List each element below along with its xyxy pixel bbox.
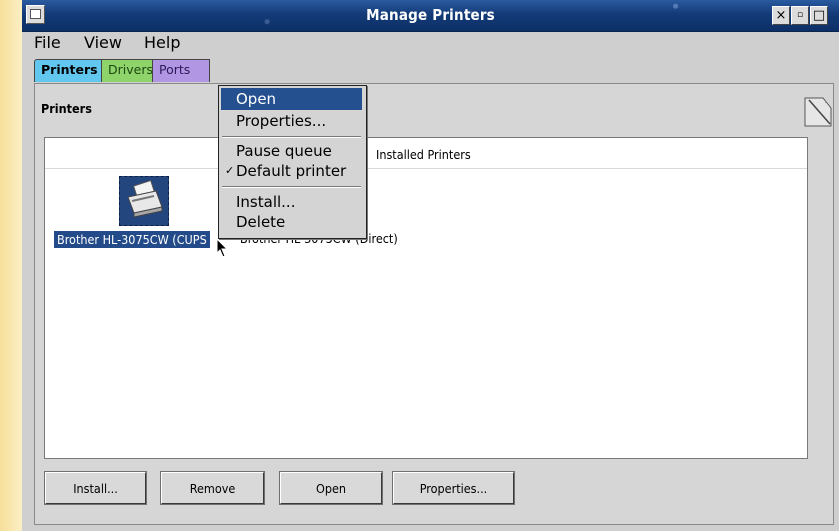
ctx-install[interactable]: Install... bbox=[221, 191, 362, 213]
checkmark-icon: ✓ bbox=[225, 164, 235, 177]
page-curl-icon[interactable] bbox=[803, 96, 833, 128]
ctx-default-printer[interactable]: ✓ Default printer bbox=[221, 160, 362, 182]
install-button[interactable]: Install... bbox=[44, 471, 147, 505]
menu-bar: File View Help bbox=[22, 31, 839, 53]
maximize-button[interactable]: □ bbox=[810, 6, 828, 25]
menu-help[interactable]: Help bbox=[144, 33, 180, 52]
title-bar[interactable]: Manage Printers × ▫ □ bbox=[22, 0, 839, 32]
ctx-separator bbox=[222, 186, 361, 188]
manage-printers-window: Manage Printers × ▫ □ File View Help Pri… bbox=[22, 0, 839, 531]
desktop-background bbox=[0, 0, 22, 531]
menu-file[interactable]: File bbox=[34, 33, 61, 52]
printer-icon[interactable] bbox=[119, 176, 169, 226]
ctx-delete[interactable]: Delete bbox=[221, 211, 362, 233]
ctx-pause-queue[interactable]: Pause queue bbox=[221, 140, 362, 162]
window-title: Manage Printers bbox=[366, 6, 495, 24]
remove-button[interactable]: Remove bbox=[160, 471, 265, 505]
properties-button[interactable]: Properties... bbox=[392, 471, 515, 505]
ctx-open[interactable]: Open bbox=[221, 88, 362, 110]
ctx-default-printer-label: Default printer bbox=[236, 162, 347, 180]
menu-view[interactable]: View bbox=[84, 33, 122, 52]
printer-name-selected[interactable]: Brother HL-3075CW (CUPS bbox=[54, 231, 210, 248]
ctx-separator bbox=[222, 136, 361, 138]
printers-list[interactable]: Installed Printers Brother HL-3075CW (CU… bbox=[44, 137, 808, 459]
printers-panel: Printers Installed Printers Brother HL-3… bbox=[34, 83, 834, 525]
tab-ports[interactable]: Ports bbox=[152, 59, 210, 82]
context-menu: Open Properties... Pause queue ✓ Default… bbox=[218, 85, 367, 239]
minimize-button[interactable]: ▫ bbox=[791, 6, 809, 25]
column-header-installed[interactable]: Installed Printers bbox=[376, 147, 471, 162]
list-header: Installed Printers bbox=[45, 138, 807, 169]
ctx-properties[interactable]: Properties... bbox=[221, 110, 362, 132]
tab-printers[interactable]: Printers bbox=[34, 59, 108, 82]
panel-title: Printers bbox=[41, 101, 92, 116]
open-button[interactable]: Open bbox=[279, 471, 383, 505]
close-button[interactable]: × bbox=[772, 6, 790, 25]
mouse-cursor-icon bbox=[216, 238, 229, 258]
